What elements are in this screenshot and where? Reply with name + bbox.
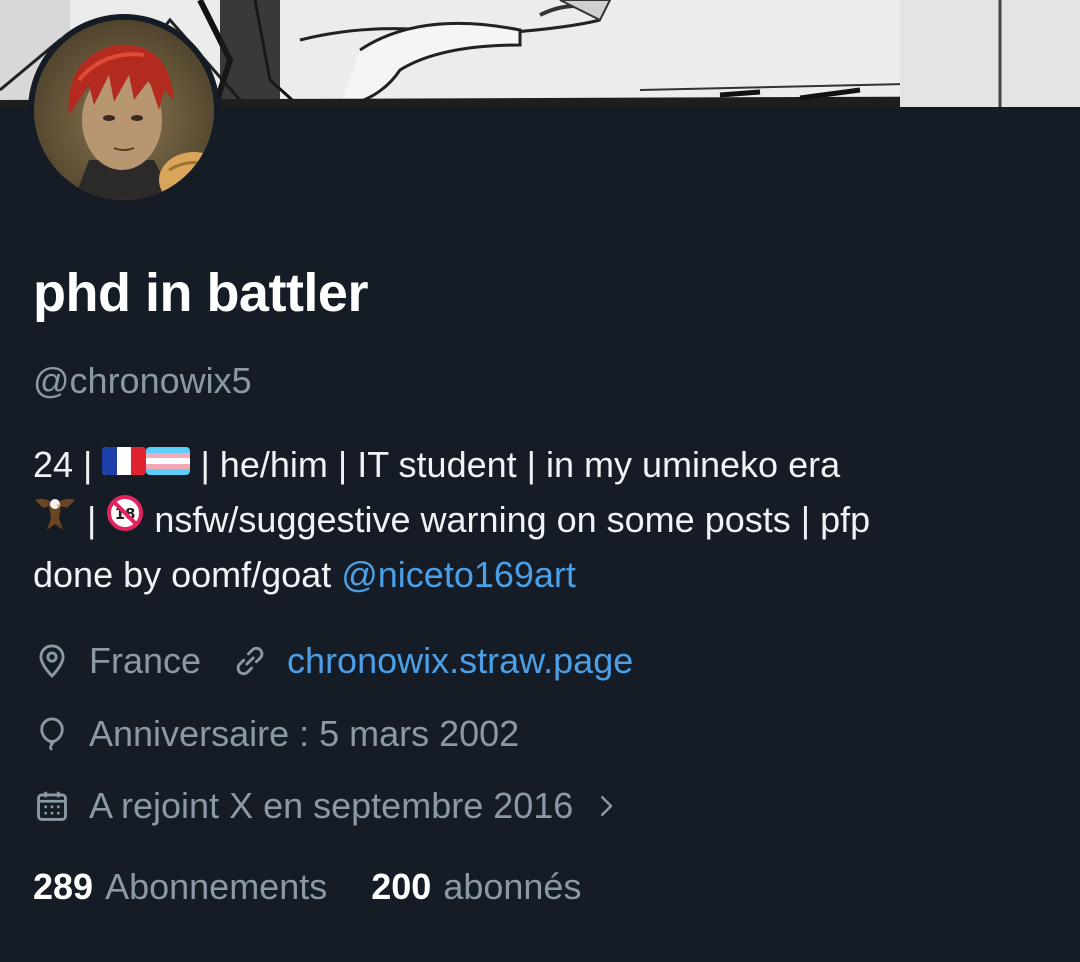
bio-text: | he/him | IT student | in my umineko er… (200, 444, 841, 485)
bio-text: | (87, 499, 97, 540)
followers-label: abonnés (443, 866, 582, 907)
flag-france-icon (102, 437, 147, 492)
followers-count: 200 (371, 866, 432, 907)
bio-line-1: 24 | | he/him | IT student | in my umine… (33, 437, 1053, 492)
avatar[interactable] (28, 14, 220, 206)
location-text: France (89, 640, 202, 681)
follow-stats: 289 Abonnements 200 abonnés (33, 866, 625, 908)
following-label: Abonnements (105, 866, 328, 907)
profile-page: phd in battler @chronowix5 24 | | he/him… (0, 0, 1080, 962)
display-name: phd in battler (33, 263, 368, 323)
birthday-text: Anniversaire : 5 mars 2002 (89, 713, 520, 754)
location-website-row: France chronowix.straw.page (33, 636, 633, 686)
bio-line-3: done by oomf/goat @niceto169art (33, 547, 1053, 602)
bio-text: 24 | (33, 444, 93, 485)
no-under-18-icon: 18 (106, 492, 144, 547)
birthday-row: Anniversaire : 5 mars 2002 (33, 709, 519, 759)
flag-transgender-icon (146, 437, 191, 492)
eagle-icon (33, 492, 77, 547)
handle: @chronowix5 (33, 360, 252, 401)
location-pin-icon (39, 644, 65, 679)
mention-link[interactable]: @niceto169art (341, 554, 576, 595)
followers-stat[interactable]: 200 abonnés (371, 866, 581, 908)
bio-line-2: | 18 nsfw/suggestive warning on some pos… (33, 492, 1053, 547)
chevron-right-icon (601, 796, 613, 816)
joined-text: A rejoint X en septembre 2016 (89, 785, 574, 826)
bio: 24 | | he/him | IT student | in my umine… (33, 437, 1053, 602)
joined-row[interactable]: A rejoint X en septembre 2016 (33, 781, 621, 831)
bio-text: done by oomf/goat (33, 554, 332, 595)
calendar-icon (37, 791, 67, 821)
website-link[interactable]: chronowix.straw.page (287, 640, 633, 682)
balloon-icon (40, 717, 64, 751)
following-count: 289 (33, 866, 94, 907)
bio-text: nsfw/suggestive warning on some posts | … (154, 499, 871, 540)
link-icon (236, 646, 264, 676)
following-stat[interactable]: 289 Abonnements (33, 866, 327, 908)
